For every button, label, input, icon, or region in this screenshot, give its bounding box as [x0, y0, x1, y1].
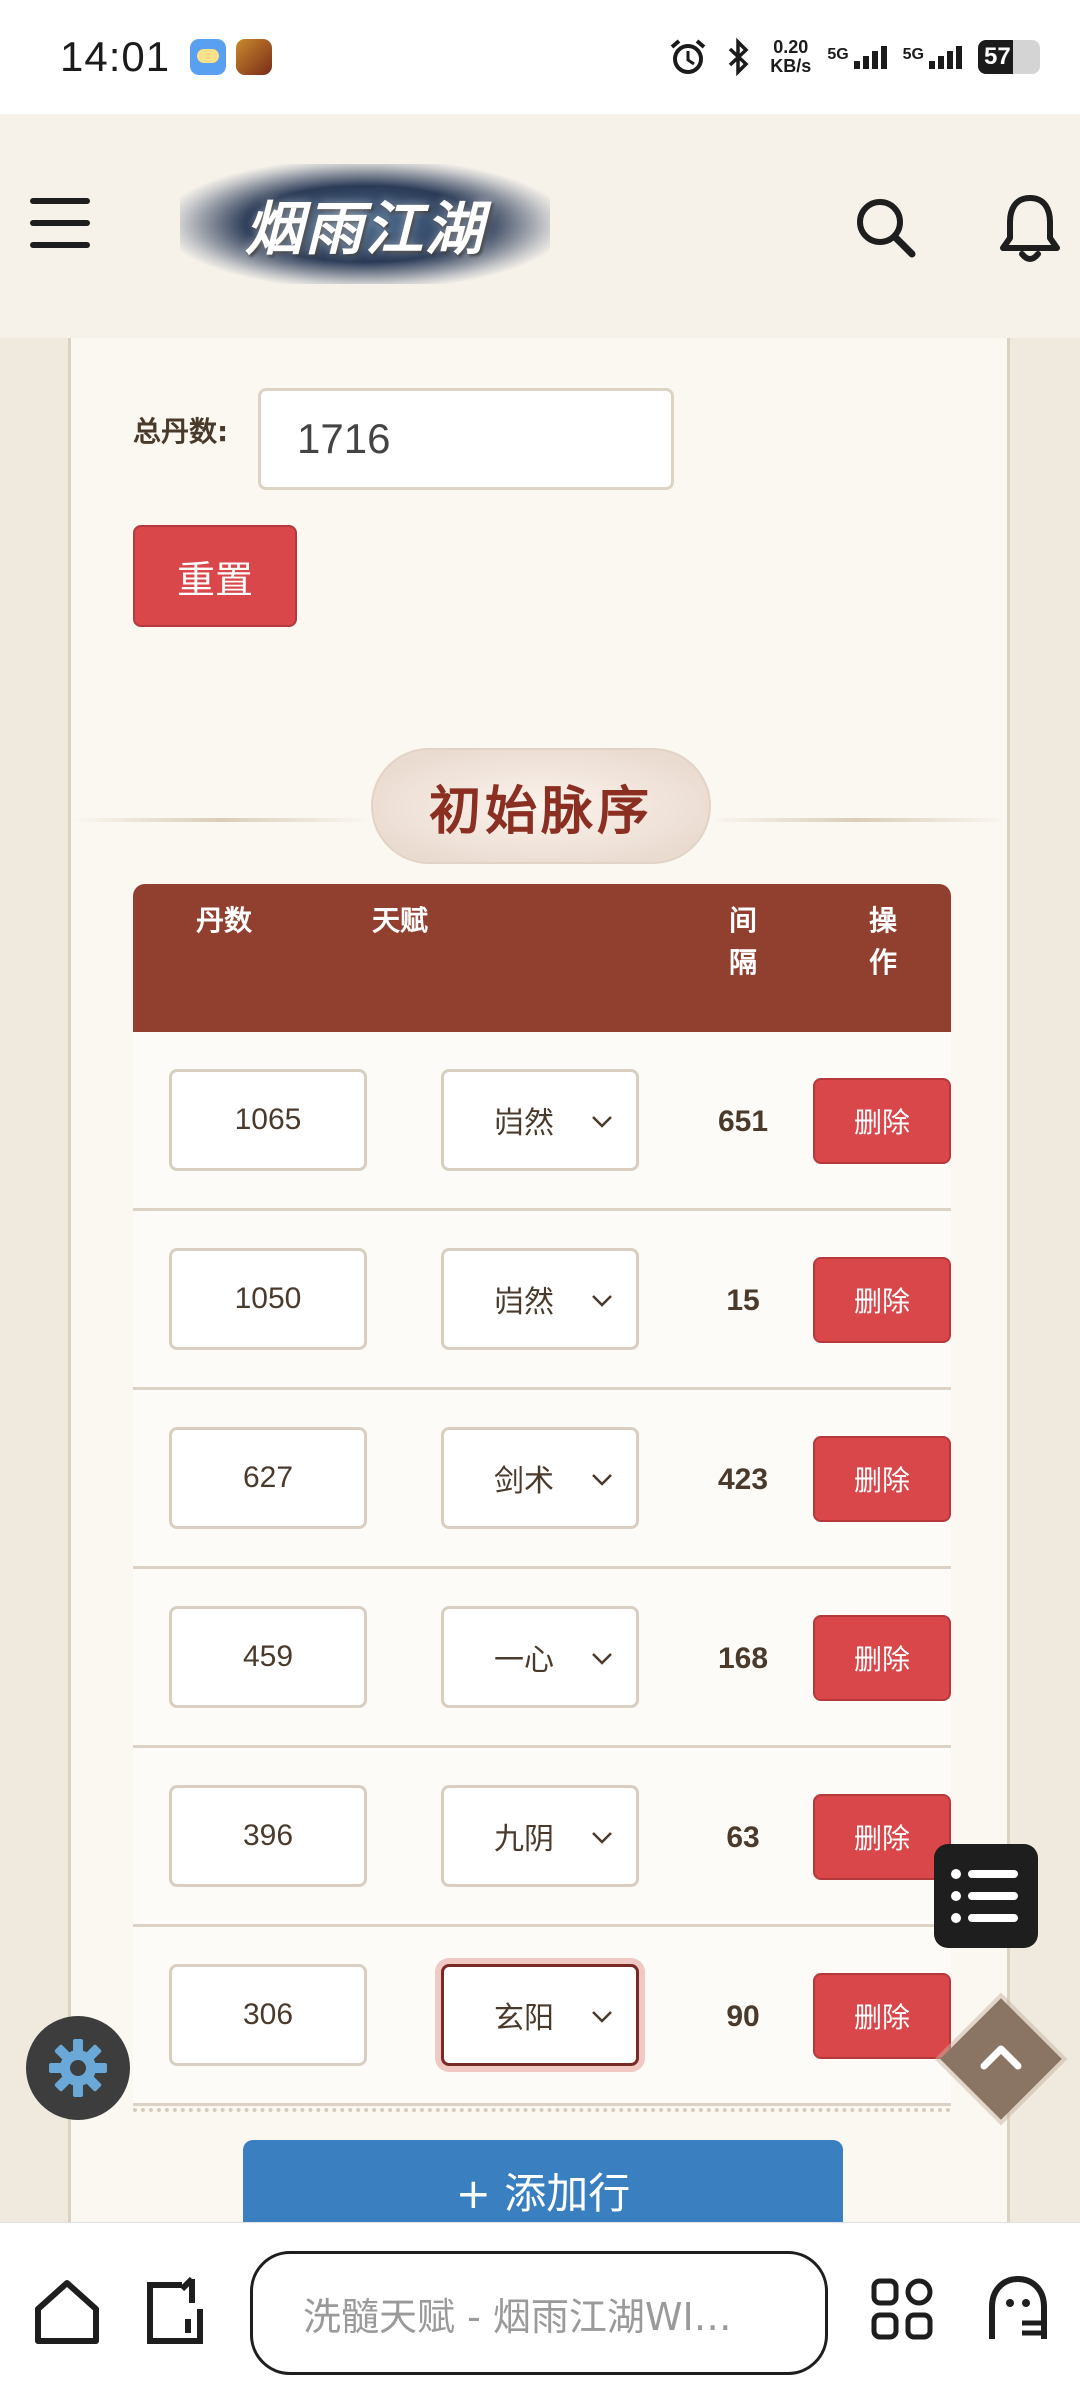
- table-body: 1065 岿然 651 删除 1050 岿然 15 删除 627 剑术 423 删除 459 一心 168 删…: [133, 1032, 951, 2106]
- delete-button[interactable]: 删除: [813, 1078, 951, 1164]
- section-title: 初始脉序: [371, 748, 711, 864]
- gear-icon: [49, 2039, 107, 2097]
- table-row: 459 一心 168 删除: [133, 1569, 951, 1748]
- hamburger-menu-icon[interactable]: [30, 198, 90, 250]
- dan-input[interactable]: 459: [169, 1606, 367, 1708]
- browser-bottom-bar: 洗髓天赋 - 烟雨江湖WI…: [0, 2222, 1080, 2400]
- table-row: 306 玄阳 90 删除: [133, 1927, 951, 2106]
- talent-value: 岿然: [494, 1285, 554, 1320]
- chevron-down-icon: [592, 2011, 612, 2023]
- network-type-label: 5G: [902, 45, 924, 63]
- chevron-up-icon: [980, 2045, 1022, 2070]
- status-indicators: 0.20 KB/s 5G 5G 57: [668, 37, 1040, 77]
- game-app-icon: [236, 39, 273, 75]
- talent-value: 剑术: [494, 1464, 554, 1499]
- column-header-dan: 丹数: [195, 904, 252, 937]
- logo-text: 烟雨江湖: [244, 195, 485, 263]
- table-row: 1050 岿然 15 删除: [133, 1211, 951, 1390]
- talent-select[interactable]: 岿然: [441, 1248, 639, 1350]
- total-dan-label: 总丹数:: [133, 415, 229, 448]
- gap-value: 63: [726, 1820, 760, 1854]
- talent-value: 一心: [494, 1643, 554, 1678]
- talent-value: 九阴: [494, 1822, 554, 1857]
- delete-button[interactable]: 删除: [813, 1257, 951, 1343]
- search-icon[interactable]: [850, 192, 920, 262]
- alarm-icon: [670, 39, 706, 74]
- dan-input[interactable]: 627: [169, 1427, 367, 1529]
- delete-button[interactable]: 删除: [813, 1436, 951, 1522]
- delete-button[interactable]: 删除: [813, 1794, 951, 1880]
- speed-unit: KB/s: [770, 56, 812, 76]
- site-header: 烟雨江湖: [0, 114, 1080, 338]
- column-header-talent: 天赋: [371, 904, 428, 937]
- speed-value: 0.20: [773, 37, 809, 57]
- talent-select[interactable]: 岿然: [441, 1069, 639, 1171]
- total-dan-input[interactable]: 1716: [258, 388, 674, 490]
- tabs-icon[interactable]: [142, 2275, 208, 2349]
- talent-select[interactable]: 玄阳: [441, 1964, 639, 2066]
- settings-gear-icon[interactable]: [26, 2016, 130, 2120]
- delete-button[interactable]: 删除: [813, 1615, 951, 1701]
- bluetooth-icon: [729, 37, 749, 77]
- list-icon: [951, 1869, 1018, 1923]
- table-row: 396 九阴 63 删除: [133, 1748, 951, 1927]
- dan-input[interactable]: 306: [169, 1964, 367, 2066]
- gap-value: 168: [717, 1641, 769, 1675]
- signal-5g-1: 5G: [827, 45, 887, 69]
- bell-icon[interactable]: [995, 190, 1065, 266]
- battery-icon: 57: [978, 40, 1040, 74]
- apps-grid-icon[interactable]: [868, 2275, 936, 2343]
- toc-list-icon[interactable]: [934, 1844, 1038, 1948]
- chevron-down-icon: [592, 1653, 612, 1665]
- talent-select[interactable]: 九阴: [441, 1785, 639, 1887]
- talent-value: 玄阳: [494, 2001, 554, 2036]
- meridian-table: 丹数 天赋 间 隔 操 作 1065 岿然 651 删除 1050 岿然 15 删除 627 剑术…: [133, 884, 951, 2106]
- chevron-down-icon: [592, 1474, 612, 1486]
- network-speed: 0.20 KB/s: [770, 38, 811, 76]
- chevron-down-icon: [592, 1295, 612, 1307]
- weather-app-icon: [190, 39, 227, 75]
- table-header: 丹数 天赋 间 隔 操 作: [133, 884, 951, 1032]
- signal-5g-2: 5G: [902, 45, 962, 69]
- gap-value: 651: [717, 1104, 769, 1138]
- table-divider: [133, 2108, 951, 2112]
- gap-value: 90: [726, 1999, 760, 2033]
- column-header-gap: 间 隔: [728, 904, 757, 979]
- battery-level: 57: [984, 43, 1011, 70]
- decorative-line-right: [707, 818, 1007, 822]
- table-row: 627 剑术 423 删除: [133, 1390, 951, 1569]
- column-header-action: 操 作: [868, 904, 897, 979]
- status-bar: 14:01 0.20 KB/s 5G 5G 57: [0, 0, 1080, 114]
- talent-select[interactable]: 剑术: [441, 1427, 639, 1529]
- dan-input[interactable]: 1050: [169, 1248, 367, 1350]
- dan-input[interactable]: 396: [169, 1785, 367, 1887]
- address-bar[interactable]: 洗髓天赋 - 烟雨江湖WI…: [250, 2251, 828, 2375]
- add-row-button[interactable]: + 添加行: [243, 2140, 843, 2222]
- chevron-down-icon: [592, 1832, 612, 1844]
- reset-button[interactable]: 重置: [133, 525, 297, 627]
- status-time: 14:01: [60, 33, 171, 80]
- home-icon[interactable]: [30, 2275, 104, 2349]
- delete-button[interactable]: 删除: [813, 1973, 951, 2059]
- gap-value: 15: [726, 1283, 760, 1317]
- dan-input[interactable]: 1065: [169, 1069, 367, 1171]
- talent-value: 岿然: [494, 1106, 554, 1141]
- site-logo[interactable]: 烟雨江湖: [180, 164, 550, 284]
- gap-value: 423: [717, 1462, 769, 1496]
- assistant-icon[interactable]: [982, 2273, 1054, 2347]
- table-row: 1065 岿然 651 删除: [133, 1032, 951, 1211]
- talent-select[interactable]: 一心: [441, 1606, 639, 1708]
- decorative-line-left: [71, 818, 371, 822]
- chevron-down-icon: [592, 1116, 612, 1128]
- network-type-label: 5G: [827, 45, 849, 63]
- section-header: 初始脉序: [71, 718, 1007, 868]
- content-panel: 总丹数: 1716 重置 初始脉序 丹数 天赋 间 隔 操 作 1065 岿然 65…: [68, 338, 1010, 2222]
- scroll-to-top-button[interactable]: [940, 1998, 1062, 2120]
